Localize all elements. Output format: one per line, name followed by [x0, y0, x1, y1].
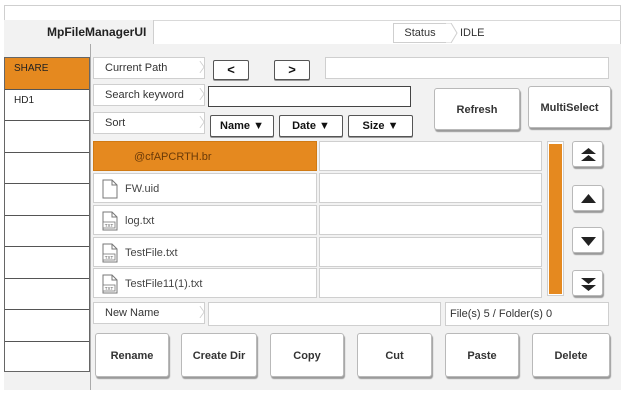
search-keyword-label-text: Search keyword	[105, 89, 184, 101]
file-detail-cell[interactable]	[319, 237, 542, 267]
current-path-field	[325, 57, 609, 79]
create-dir-button[interactable]: Create Dir	[181, 333, 257, 377]
file-name: TestFile.txt	[125, 247, 178, 259]
txt-file-icon: TXT	[102, 274, 118, 294]
drive-item[interactable]	[5, 153, 89, 184]
file-row[interactable]: TXT log.txt	[93, 205, 317, 235]
copy-button[interactable]: Copy	[270, 333, 344, 377]
scroll-top-button[interactable]	[572, 141, 603, 167]
file-detail-cell[interactable]	[319, 141, 542, 171]
rename-button[interactable]: Rename	[95, 333, 169, 377]
search-keyword-label: Search keyword	[93, 84, 205, 106]
file-detail-cell[interactable]	[319, 205, 542, 235]
path-forward-button[interactable]: >	[274, 60, 310, 80]
drive-item[interactable]	[5, 247, 89, 279]
file-name: TestFile11(1).txt	[125, 278, 203, 290]
txt-file-icon: TXT	[102, 211, 118, 231]
status-label: Status	[393, 23, 447, 43]
scroll-down-button[interactable]	[572, 227, 603, 253]
sort-label-text: Sort	[105, 117, 126, 129]
status-value: IDLE	[460, 27, 485, 39]
drive-item[interactable]	[5, 342, 89, 374]
file-row[interactable]: FW.uid	[93, 173, 317, 203]
txt-file-icon: TXT	[102, 243, 118, 263]
scroll-up-button[interactable]	[572, 185, 603, 211]
double-down-arrow-icon	[581, 278, 596, 291]
delete-button[interactable]: Delete	[532, 333, 610, 377]
sort-by-date-button[interactable]: Date ▼	[279, 115, 343, 137]
path-back-button[interactable]: <	[213, 60, 249, 80]
txt-badge-text: TXT	[105, 223, 114, 228]
sort-label: Sort	[93, 112, 205, 134]
paste-button[interactable]: Paste	[445, 333, 519, 377]
file-folder-count: File(s) 5 / Folder(s) 0	[445, 302, 609, 326]
app-title: MpFileManagerUI	[47, 25, 147, 39]
file-detail-cell[interactable]	[319, 173, 542, 203]
drive-item[interactable]: SHARE	[5, 58, 89, 90]
blank-file-icon	[102, 179, 118, 199]
new-name-label-text: New Name	[105, 307, 160, 319]
drive-item[interactable]	[5, 310, 89, 342]
file-row[interactable]: TXT TestFile11(1).txt	[93, 268, 317, 298]
label-pointer-icon	[199, 61, 205, 73]
down-arrow-icon	[581, 237, 596, 246]
scroll-bottom-button[interactable]	[572, 270, 603, 296]
file-row[interactable]: @cfAPCRTH.br	[93, 141, 317, 171]
current-path-label: Current Path	[93, 57, 205, 79]
txt-badge-text: TXT	[105, 286, 114, 291]
refresh-button[interactable]: Refresh	[434, 88, 520, 130]
drive-item[interactable]	[5, 216, 89, 247]
file-row[interactable]: TXT TestFile.txt	[93, 237, 317, 267]
drive-item[interactable]	[5, 121, 89, 153]
file-detail-cell[interactable]	[319, 268, 542, 298]
cut-button[interactable]: Cut	[357, 333, 432, 377]
scroll-thumb[interactable]	[549, 144, 562, 294]
up-arrow-icon	[581, 194, 596, 203]
drive-list: SHARE HD1	[4, 57, 90, 372]
sort-by-size-button[interactable]: Size ▼	[348, 115, 413, 137]
status-arrow-icon	[446, 23, 458, 43]
sort-by-name-button[interactable]: Name ▼	[210, 115, 274, 137]
new-name-label: New Name	[93, 302, 205, 324]
file-name: FW.uid	[125, 183, 160, 195]
file-name: @cfAPCRTH.br	[134, 151, 212, 163]
txt-badge-text: TXT	[105, 255, 114, 260]
file-name: log.txt	[125, 215, 155, 227]
drive-item[interactable]	[5, 184, 89, 216]
drive-item[interactable]: HD1	[5, 90, 89, 121]
drive-column-divider	[90, 44, 91, 390]
drive-item[interactable]	[5, 279, 89, 310]
current-path-label-text: Current Path	[105, 62, 168, 74]
search-input[interactable]	[208, 86, 411, 107]
double-up-arrow-icon	[581, 148, 596, 161]
multiselect-button[interactable]: MultiSelect	[528, 86, 611, 128]
new-name-input[interactable]	[208, 302, 441, 326]
